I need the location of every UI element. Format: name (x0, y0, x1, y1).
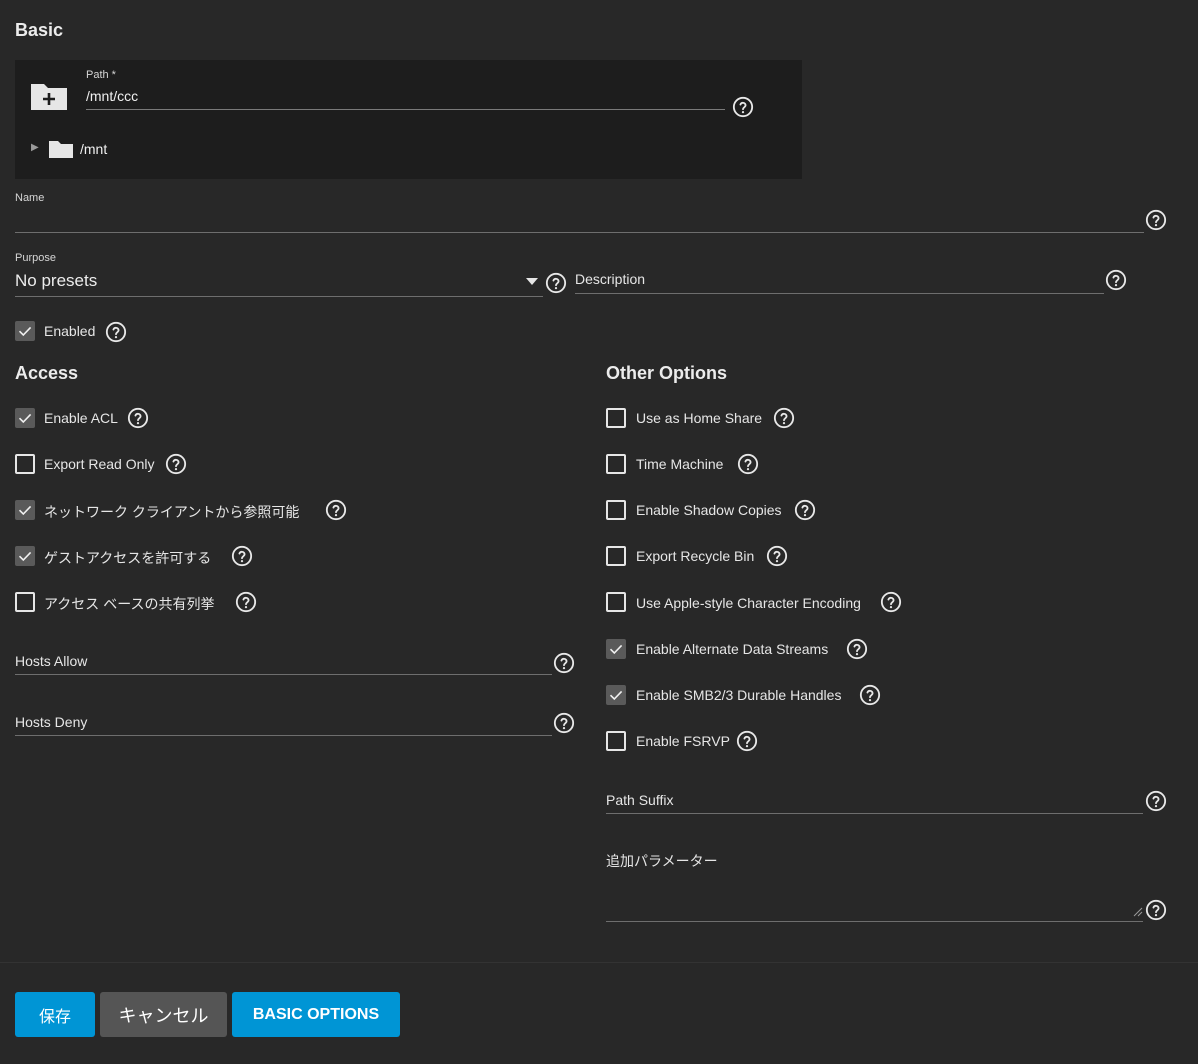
abe-label: アクセス ベースの共有列挙 (44, 596, 215, 612)
folder-icon (49, 141, 73, 158)
guest-access-help-icon[interactable] (231, 545, 253, 567)
path-explorer: Path * /mnt/ccc ▶ /mnt (15, 60, 802, 179)
home-share-checkbox[interactable] (606, 408, 626, 428)
purpose-help-icon[interactable] (545, 272, 567, 294)
shadow-copies-checkbox[interactable] (606, 500, 626, 520)
enable-acl-checkbox[interactable] (15, 408, 35, 428)
path-suffix-underline (606, 813, 1143, 814)
durable-handles-help-icon[interactable] (859, 684, 881, 706)
enabled-help-icon[interactable] (105, 321, 127, 343)
basic-options-button[interactable]: BASIC OPTIONS (232, 992, 400, 1037)
fsrvp-label: Enable FSRVP (636, 733, 730, 749)
basic-section-title: Basic (15, 20, 64, 40)
durable-handles-label: Enable SMB2/3 Durable Handles (636, 687, 842, 703)
enabled-checkbox[interactable] (15, 321, 35, 341)
description-help-icon[interactable] (1105, 269, 1127, 291)
alternate-streams-help-icon[interactable] (846, 638, 868, 660)
hosts-allow-input[interactable] (15, 646, 552, 674)
tree-node-mnt[interactable]: /mnt (80, 141, 107, 157)
path-suffix-input[interactable] (606, 785, 1143, 813)
aux-params-help-icon[interactable] (1145, 899, 1167, 921)
resize-grip-icon[interactable] (1131, 905, 1143, 917)
path-suffix-help-icon[interactable] (1145, 790, 1167, 812)
enable-acl-help-icon[interactable] (127, 407, 149, 429)
recycle-bin-label: Export Recycle Bin (636, 548, 755, 564)
hosts-allow-underline (15, 674, 552, 675)
fsrvp-checkbox[interactable] (606, 731, 626, 751)
browsable-help-icon[interactable] (325, 499, 347, 521)
hosts-allow-help-icon[interactable] (553, 652, 575, 674)
enable-acl-label: Enable ACL (44, 410, 118, 426)
shadow-copies-help-icon[interactable] (794, 499, 816, 521)
durable-handles-checkbox[interactable] (606, 685, 626, 705)
aux-params-underline (606, 921, 1143, 922)
apple-encoding-checkbox[interactable] (606, 592, 626, 612)
description-input[interactable] (575, 264, 1104, 293)
other-options-section-title: Other Options (606, 363, 727, 383)
purpose-value: No presets (15, 271, 98, 290)
alternate-streams-checkbox[interactable] (606, 639, 626, 659)
save-button[interactable]: 保存 (15, 992, 95, 1037)
path-label: Path * (86, 69, 116, 81)
abe-help-icon[interactable] (235, 591, 257, 613)
folder-add-icon[interactable] (29, 80, 69, 112)
purpose-underline (15, 296, 543, 297)
purpose-select[interactable]: No presets (15, 266, 543, 296)
browsable-label: ネットワーク クライアントから参照可能 (44, 504, 300, 520)
alternate-streams-label: Enable Alternate Data Streams (636, 641, 829, 657)
aux-params-label: 追加パラメーター (606, 853, 718, 869)
path-help-icon[interactable] (732, 96, 754, 118)
hosts-deny-help-icon[interactable] (553, 712, 575, 734)
guest-access-label: ゲストアクセスを許可する (44, 550, 212, 566)
path-input[interactable]: /mnt/ccc (86, 88, 138, 104)
time-machine-help-icon[interactable] (737, 453, 759, 475)
name-label: Name (15, 192, 45, 204)
hosts-deny-input[interactable] (15, 707, 552, 735)
dropdown-arrow-icon (526, 278, 538, 285)
access-section-title: Access (15, 363, 79, 383)
shadow-copies-label: Enable Shadow Copies (636, 502, 782, 518)
guest-access-checkbox[interactable] (15, 546, 35, 566)
export-read-only-label: Export Read Only (44, 456, 155, 472)
aux-params-textarea[interactable] (606, 872, 1143, 922)
apple-encoding-label: Use Apple-style Character Encoding (636, 595, 861, 611)
time-machine-label: Time Machine (636, 456, 724, 472)
enabled-label: Enabled (44, 323, 96, 339)
name-help-icon[interactable] (1145, 209, 1167, 231)
time-machine-checkbox[interactable] (606, 454, 626, 474)
recycle-bin-help-icon[interactable] (766, 545, 788, 567)
hosts-deny-underline (15, 735, 552, 736)
browsable-checkbox[interactable] (15, 500, 35, 520)
export-read-only-help-icon[interactable] (165, 453, 187, 475)
purpose-label: Purpose (15, 252, 56, 264)
recycle-bin-checkbox[interactable] (606, 546, 626, 566)
name-underline (15, 232, 1144, 233)
apple-encoding-help-icon[interactable] (880, 591, 902, 613)
tree-expand-icon[interactable]: ▶ (31, 142, 39, 153)
fsrvp-help-icon[interactable] (736, 730, 758, 752)
export-read-only-checkbox[interactable] (15, 454, 35, 474)
name-input[interactable] (15, 204, 1144, 232)
description-underline (575, 293, 1104, 294)
path-underline (86, 109, 725, 110)
footer-divider (0, 962, 1198, 963)
home-share-label: Use as Home Share (636, 410, 763, 426)
cancel-button[interactable]: キャンセル (100, 992, 227, 1037)
home-share-help-icon[interactable] (773, 407, 795, 429)
abe-checkbox[interactable] (15, 592, 35, 612)
